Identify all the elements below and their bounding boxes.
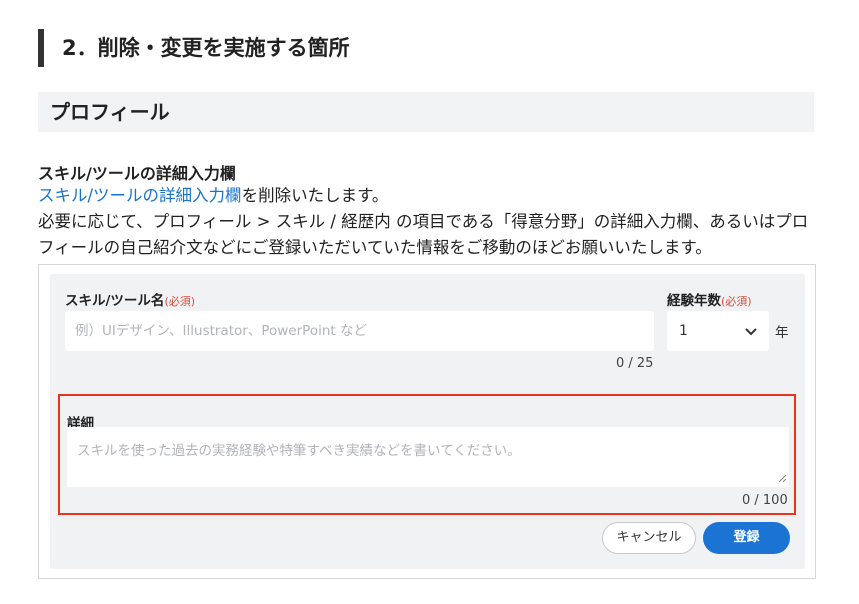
- description: スキル/ツールの詳細入力欄を削除いたします。 必要に応じて、プロフィール > ス…: [38, 183, 818, 261]
- experience-value: 1: [679, 323, 688, 339]
- required-mark: (必須): [164, 295, 196, 308]
- experience-label-text: 経験年数: [667, 293, 721, 309]
- highlight-box: [58, 394, 796, 515]
- section-heading: 2．削除・変更を実施する箇所: [38, 29, 350, 67]
- skill-name-label: スキル/ツール名(必須): [65, 289, 195, 309]
- experience-select[interactable]: 1: [667, 311, 769, 351]
- skill-detail-link[interactable]: スキル/ツールの詳細入力欄: [38, 186, 242, 205]
- chevron-down-icon: [745, 311, 757, 351]
- skill-name-counter: 0 / 25: [616, 356, 654, 371]
- required-mark: (必須): [721, 295, 752, 308]
- skill-name-input[interactable]: 例）UIデザイン、Illustrator、PowerPoint など: [65, 311, 654, 351]
- cancel-button[interactable]: キャンセル: [602, 522, 696, 554]
- description-line1: を削除いたします。: [241, 186, 389, 205]
- experience-unit: 年: [775, 325, 789, 341]
- description-line2: 必要に応じて、プロフィール > スキル / 経歴内 の項目である「得意分野」の詳…: [38, 212, 809, 257]
- submit-button[interactable]: 登録: [703, 522, 790, 554]
- skill-name-label-text: スキル/ツール名: [65, 293, 165, 309]
- experience-label: 経験年数(必須): [667, 289, 752, 309]
- profile-heading: プロフィール: [38, 92, 814, 132]
- subtitle: スキル/ツールの詳細入力欄: [38, 164, 236, 183]
